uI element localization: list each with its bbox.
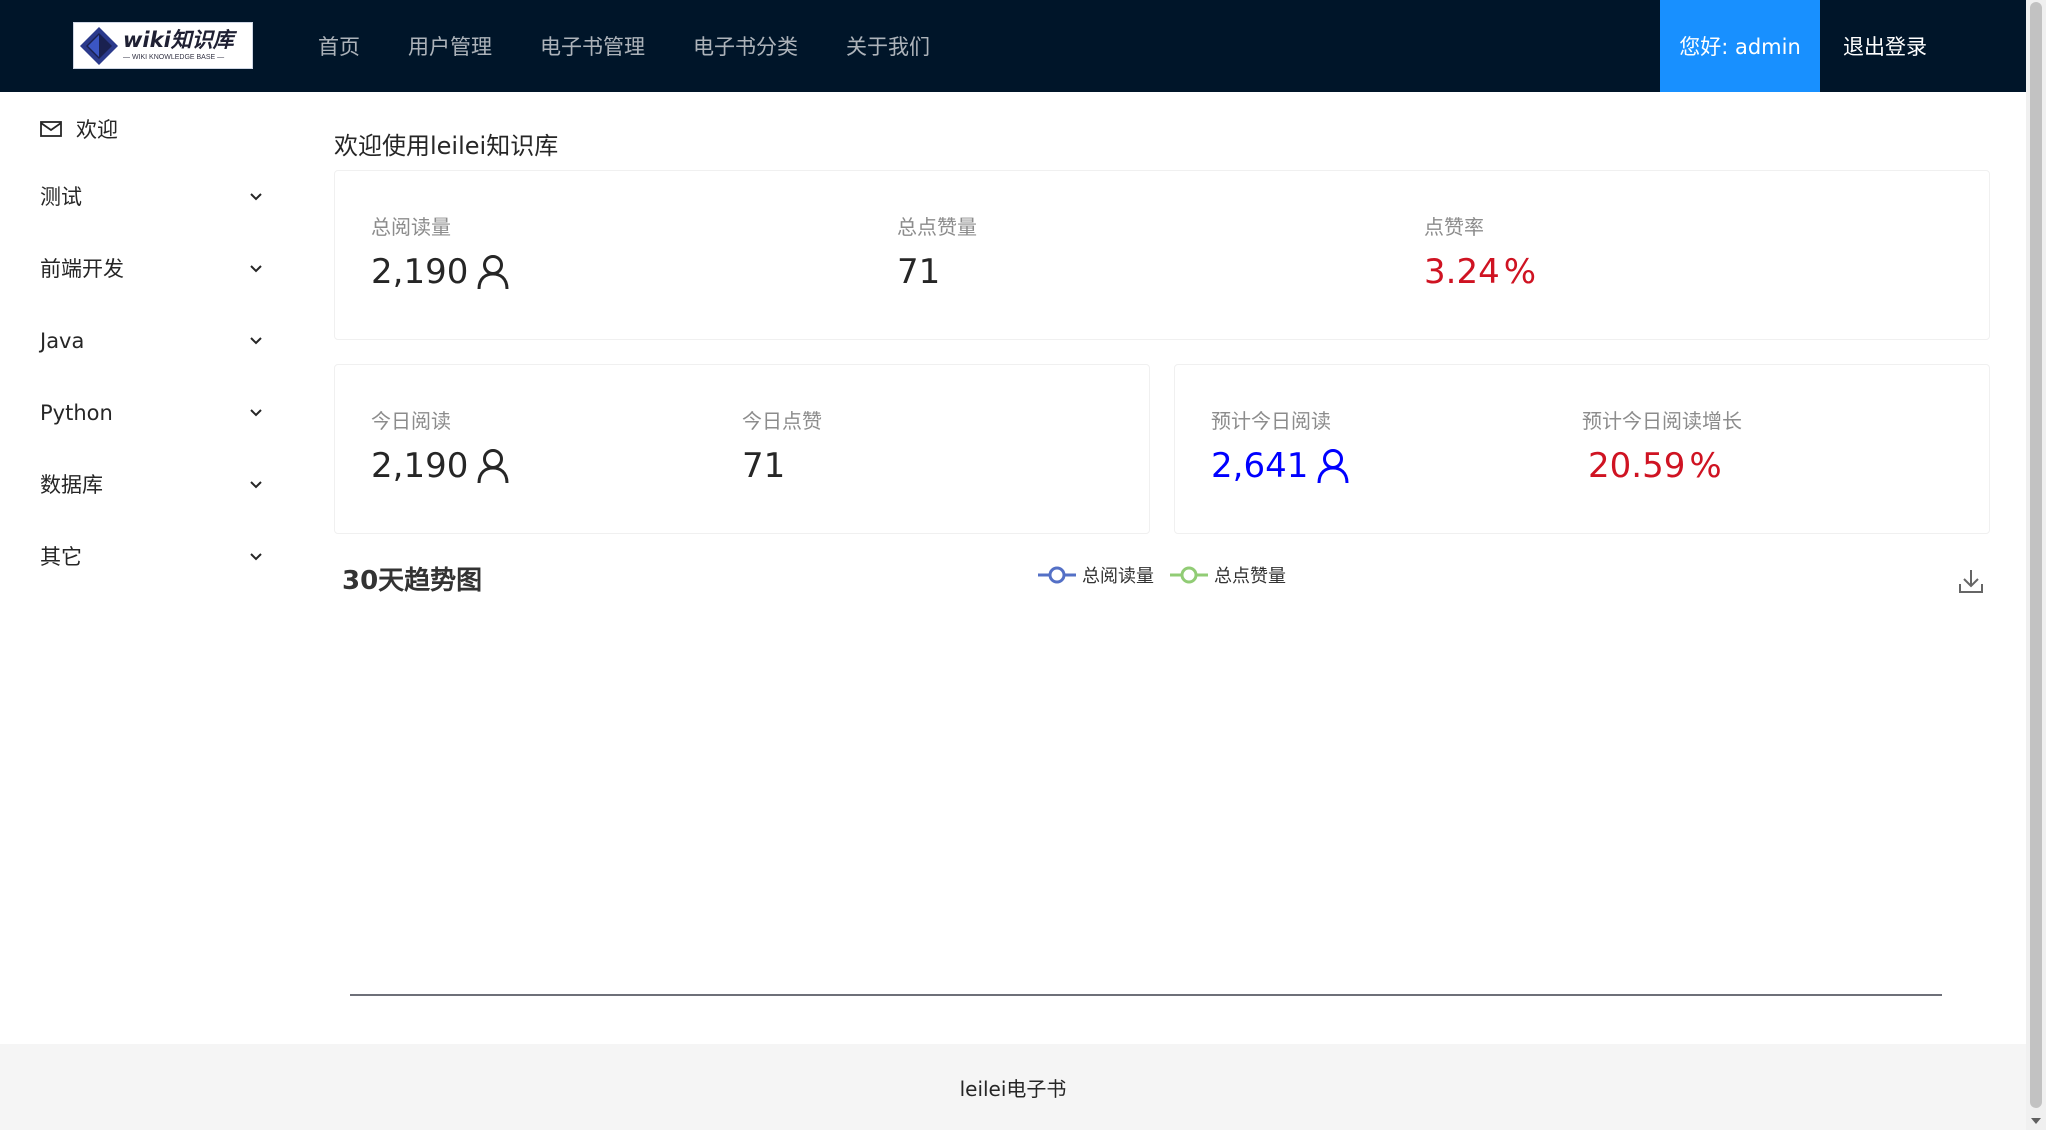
- footer: leilei电子书: [0, 1044, 2026, 1130]
- stat-title: 点赞率: [1424, 215, 1484, 239]
- stat-title: 总阅读量: [371, 215, 451, 239]
- sidebar-submenu-database[interactable]: 数据库: [0, 460, 290, 510]
- sidebar-item-welcome-label: 欢迎: [76, 118, 118, 142]
- user-icon: [1317, 449, 1349, 484]
- sidebar-submenu-java[interactable]: Java: [0, 316, 290, 366]
- forecast-card: 预计今日阅读 2,641 预计今日阅读增长 20.59 %: [1174, 364, 1990, 534]
- logo-diamond-icon: [80, 26, 118, 65]
- stat-forecast-growth: 预计今日阅读增长 20.59 %: [1582, 405, 1742, 486]
- stat-number: 2,190: [371, 252, 469, 292]
- stat-suffix: %: [1689, 446, 1722, 486]
- nav-home[interactable]: 首页: [318, 31, 360, 61]
- stat-number: 71: [742, 446, 786, 486]
- chart-title: 30天趋势图: [342, 566, 483, 596]
- stat-value: 20.59 %: [1582, 446, 1742, 486]
- legend-marker-icon: [1170, 566, 1208, 584]
- nav-user-management[interactable]: 用户管理: [408, 31, 492, 61]
- user-greeting[interactable]: 您好: admin: [1660, 0, 1820, 92]
- logo[interactable]: wiki知识库 — WIKI KNOWLEDGE BASE —: [73, 22, 253, 69]
- stat-value: 71: [897, 252, 977, 292]
- logo-sub-text: — WIKI KNOWLEDGE BASE —: [123, 54, 225, 61]
- sidebar-submenu-label: 测试: [40, 185, 82, 209]
- top-nav: 首页 用户管理 电子书管理 电子书分类 关于我们: [318, 0, 978, 92]
- footer-text: leilei电子书: [959, 1076, 1067, 1101]
- stat-number: 71: [897, 252, 941, 292]
- chevron-down-icon: [250, 553, 262, 561]
- user-icon: [477, 449, 509, 484]
- sidebar-submenu-label: 数据库: [40, 473, 103, 497]
- scroll-down-arrow-icon[interactable]: [2031, 1116, 2041, 1126]
- stat-value: 3.24 %: [1424, 252, 1536, 292]
- stat-today-views: 今日阅读 2,190: [371, 405, 510, 486]
- stat-number: 20.59: [1588, 446, 1686, 486]
- legend-label: 总阅读量: [1082, 566, 1154, 587]
- stat-title: 预计今日阅读: [1211, 409, 1331, 433]
- sidebar: 欢迎 测试 前端开发 Java Python 数据库 其它: [0, 92, 290, 1044]
- today-card: 今日阅读 2,190 今日点赞 71: [334, 364, 1150, 534]
- legend-item-total-likes[interactable]: 总点赞量: [1170, 564, 1286, 587]
- stat-number: 2,190: [371, 446, 469, 486]
- chevron-down-icon: [250, 481, 262, 489]
- stat-value: 2,641: [1211, 446, 1350, 486]
- top-header: wiki知识库 — WIKI KNOWLEDGE BASE — 首页 用户管理 …: [0, 0, 2026, 92]
- page-title: 欢迎使用leilei知识库: [334, 132, 559, 160]
- nav-ebook-management[interactable]: 电子书管理: [540, 31, 645, 61]
- stat-today-likes: 今日点赞 71: [742, 405, 822, 486]
- stat-title: 总点赞量: [897, 215, 977, 239]
- logo-text: wiki知识库 — WIKI KNOWLEDGE BASE —: [123, 28, 234, 62]
- sidebar-submenu-python[interactable]: Python: [0, 388, 290, 438]
- stat-total-views: 总阅读量 2,190: [371, 211, 510, 292]
- nav-about-us[interactable]: 关于我们: [846, 31, 930, 61]
- stat-title: 预计今日阅读增长: [1582, 409, 1742, 433]
- logo-main-text: wiki知识库: [123, 28, 234, 52]
- legend-label: 总点赞量: [1214, 566, 1286, 587]
- overview-card: 总阅读量 2,190 总点赞量 71 点赞率 3.24 %: [334, 170, 1990, 340]
- stat-total-likes: 总点赞量 71: [897, 211, 977, 292]
- chevron-down-icon: [250, 409, 262, 417]
- sidebar-submenu-other[interactable]: 其它: [0, 532, 290, 582]
- nav-ebook-category[interactable]: 电子书分类: [693, 31, 798, 61]
- sidebar-submenu-label: 其它: [40, 545, 82, 569]
- user-icon: [477, 255, 509, 290]
- chevron-down-icon: [250, 337, 262, 345]
- vertical-scrollbar[interactable]: [2026, 0, 2046, 1130]
- legend-item-total-views[interactable]: 总阅读量: [1038, 564, 1154, 587]
- sidebar-submenu-label: Java: [40, 329, 85, 353]
- logout-button[interactable]: 退出登录: [1843, 0, 1927, 92]
- sidebar-submenu-test[interactable]: 测试: [0, 172, 290, 222]
- download-icon[interactable]: [1958, 568, 1984, 594]
- stat-suffix: %: [1503, 252, 1537, 292]
- scrollbar-thumb[interactable]: [2030, 2, 2042, 1108]
- stat-value: 2,190: [371, 252, 510, 292]
- stat-title: 今日阅读: [371, 409, 451, 433]
- stat-forecast-views: 预计今日阅读 2,641: [1211, 405, 1350, 486]
- sidebar-item-welcome[interactable]: 欢迎: [40, 109, 118, 149]
- stat-value: 71: [742, 446, 822, 486]
- sidebar-submenu-label: Python: [40, 401, 113, 425]
- stat-number: 3.24: [1424, 252, 1500, 292]
- stat-number: 2,641: [1211, 446, 1309, 486]
- sidebar-submenu-label: 前端开发: [40, 257, 124, 281]
- chevron-down-icon: [250, 265, 262, 273]
- mail-icon: [40, 121, 62, 137]
- sidebar-submenu-frontend[interactable]: 前端开发: [0, 244, 290, 294]
- chevron-down-icon: [250, 193, 262, 201]
- stat-title: 今日点赞: [742, 409, 822, 433]
- stat-value: 2,190: [371, 446, 510, 486]
- trend-chart: [350, 994, 1942, 996]
- stat-like-rate: 点赞率 3.24 %: [1424, 211, 1536, 292]
- legend-marker-icon: [1038, 566, 1076, 584]
